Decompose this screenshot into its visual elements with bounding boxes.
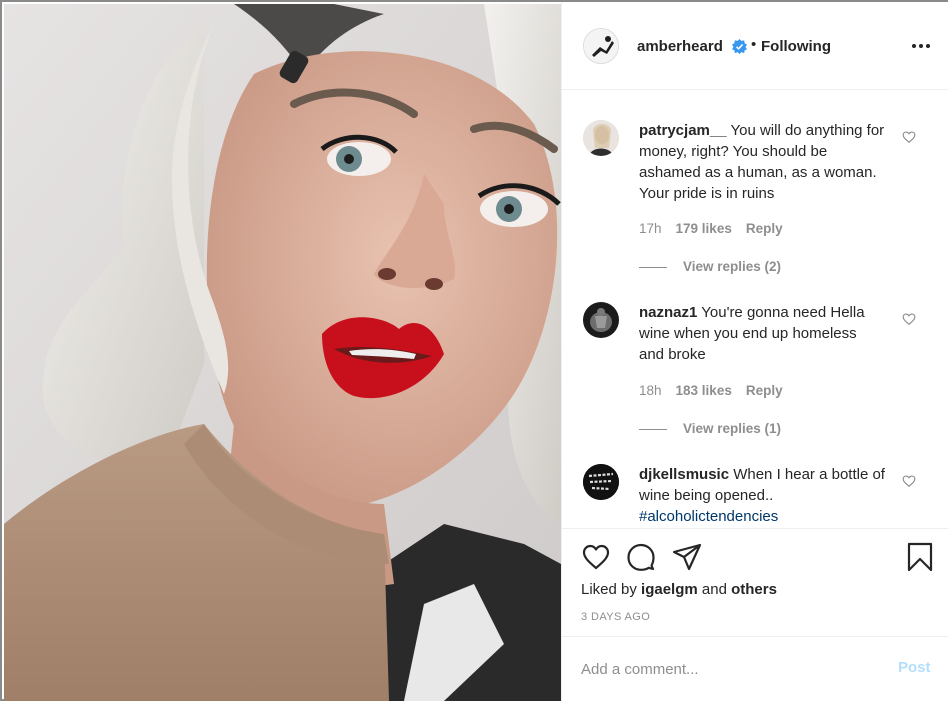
verified-badge-icon xyxy=(732,39,747,54)
commenter-avatar[interactable] xyxy=(583,120,619,156)
post-comment-button[interactable]: Post xyxy=(898,659,931,676)
liked-by-summary: Liked by igaelgm and others xyxy=(581,581,777,598)
post-header: amberheard • Following xyxy=(562,2,948,90)
comment-likes[interactable]: 179 likes xyxy=(676,221,732,236)
following-button[interactable]: Following xyxy=(761,38,831,55)
view-replies-button[interactable]: View replies (1) xyxy=(639,421,781,436)
portrait-image xyxy=(4,4,561,701)
post-photo[interactable] xyxy=(4,4,561,701)
author-avatar-image xyxy=(584,29,618,63)
comment-meta: 17h 179 likes Reply xyxy=(639,221,797,236)
more-options-icon[interactable] xyxy=(910,36,932,56)
comment-username[interactable]: naznaz1 xyxy=(639,304,697,321)
comment-likes[interactable]: 183 likes xyxy=(676,383,732,398)
comment-text: naznaz1 You're gonna need Hella wine whe… xyxy=(639,302,885,365)
post-actions: Liked by igaelgm and others 3 DAYS AGO xyxy=(562,528,948,636)
view-replies-label: View replies (2) xyxy=(683,259,782,274)
commenter-avatar[interactable] xyxy=(583,302,619,338)
commenter-avatar-image xyxy=(583,464,619,500)
comment-time[interactable]: 17h xyxy=(639,221,662,236)
comment-time[interactable]: 18h xyxy=(639,383,662,398)
comment-meta: 18h 183 likes Reply xyxy=(639,383,797,398)
commenter-avatar-image xyxy=(583,120,619,156)
view-replies-label: View replies (1) xyxy=(683,421,782,436)
comment-input[interactable] xyxy=(581,657,881,681)
add-comment-bar: Post xyxy=(562,636,948,701)
comment-reply-button[interactable]: Reply xyxy=(746,221,783,236)
liked-by-prefix: Liked by xyxy=(581,581,637,598)
comment-text: patrycjam__ You will do anything for mon… xyxy=(639,120,885,204)
header-separator: • xyxy=(751,36,757,53)
author-username[interactable]: amberheard xyxy=(637,38,723,55)
paper-plane-icon[interactable] xyxy=(672,542,702,572)
author-avatar[interactable] xyxy=(583,28,619,64)
heart-icon[interactable] xyxy=(581,542,611,572)
post-date[interactable]: 3 DAYS AGO xyxy=(581,611,650,623)
comment-like-icon[interactable] xyxy=(902,130,916,144)
comments-list[interactable]: patrycjam__ You will do anything for mon… xyxy=(562,90,948,528)
comment-bubble-icon[interactable] xyxy=(626,542,656,572)
liked-by-and: and xyxy=(701,581,727,598)
comment-username[interactable]: djkellsmusic xyxy=(639,466,729,483)
comment-reply-button[interactable]: Reply xyxy=(746,383,783,398)
comment-text: djkellsmusic When I hear a bottle of win… xyxy=(639,464,885,527)
instagram-post-modal: amberheard • Following patrycjam__ You w… xyxy=(0,0,948,701)
comment-hashtag-link[interactable]: #alcoholictendencies xyxy=(639,508,778,525)
commenter-avatar[interactable] xyxy=(583,464,619,500)
comment-like-icon[interactable] xyxy=(902,312,916,326)
post-side-panel: amberheard • Following patrycjam__ You w… xyxy=(561,2,948,701)
liked-by-others-link[interactable]: others xyxy=(731,581,777,598)
liked-by-user-link[interactable]: igaelgm xyxy=(641,581,698,598)
bookmark-icon[interactable] xyxy=(905,542,935,572)
view-replies-button[interactable]: View replies (2) xyxy=(639,259,781,274)
comment-like-icon[interactable] xyxy=(902,474,916,488)
commenter-avatar-image xyxy=(583,302,619,338)
comment-username[interactable]: patrycjam__ xyxy=(639,122,727,139)
replies-divider xyxy=(639,428,667,430)
replies-divider xyxy=(639,266,667,268)
